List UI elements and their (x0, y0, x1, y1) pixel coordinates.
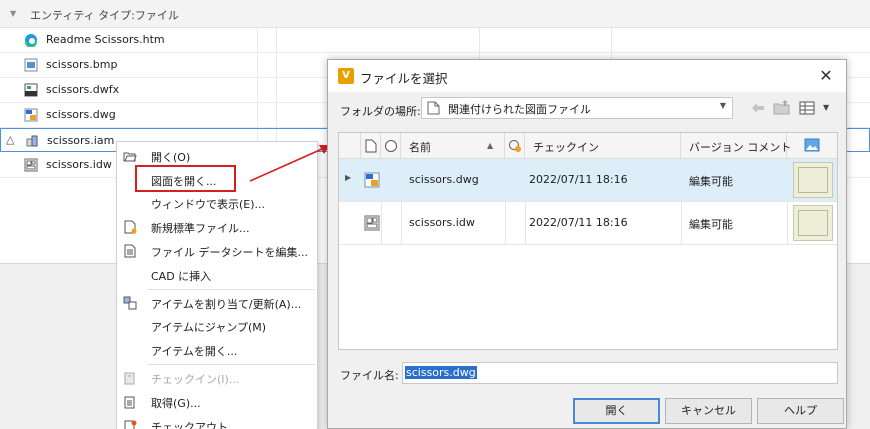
get-icon (124, 396, 135, 409)
folder-location-value: 関連付けられた図面ファイル (448, 103, 591, 116)
file-name: scissors.idw (46, 158, 112, 171)
menu-item-label: ファイル データシートを編集... (151, 246, 308, 259)
menu-item-jump-to-item[interactable]: アイテムにジャンプ(M) (117, 314, 317, 338)
collapse-triangle-icon[interactable]: ▼ (10, 9, 16, 18)
header-checkin[interactable]: チェックイン (525, 133, 681, 159)
file-name: scissors.bmp (46, 58, 118, 71)
row-comment: 編集可能 (689, 218, 733, 231)
row-name: scissors.idw (409, 216, 475, 229)
vault-app-icon: V (338, 68, 354, 84)
up-folder-icon[interactable] (772, 99, 792, 117)
file-select-list: 名前 ▲ チェックイン バージョン コメント ▶ scissors.dwg 20… (338, 132, 838, 350)
row-thumbnail (793, 162, 833, 198)
edge-icon (25, 34, 37, 47)
assembly-file-icon (26, 135, 38, 147)
row-checkin: 2022/07/11 18:16 (529, 216, 628, 229)
menu-item-label: ウィンドウで表示(E)... (151, 198, 266, 211)
file-name: Readme Scissors.htm (46, 33, 165, 46)
image-file-icon (24, 58, 38, 72)
view-options-icon[interactable] (798, 99, 818, 117)
menu-item-label: CAD に挿入 (151, 270, 212, 283)
filename-label: ファイル名: (340, 369, 399, 382)
checkin-icon (124, 372, 135, 385)
filename-input[interactable]: scissors.dwg (402, 362, 838, 384)
menu-item-label: 新規標準ファイル... (151, 222, 250, 235)
menu-item-label: 取得(G)... (151, 397, 201, 410)
column-name-label: 名前 (409, 141, 431, 154)
row-thumbnail (793, 205, 833, 241)
warning-triangle-icon: △ (6, 133, 15, 146)
datasheet-icon (124, 244, 136, 258)
menu-item-label: アイテムを開く... (151, 345, 238, 358)
header-name[interactable]: 名前 ▲ (401, 133, 505, 159)
menu-item-new-standard-file[interactable]: 新規標準ファイル... (117, 215, 317, 239)
folder-location-dropdown[interactable]: 関連付けられた図面ファイル ▼ (421, 97, 733, 119)
filename-value: scissors.dwg (405, 366, 477, 379)
header-spacer (339, 133, 361, 159)
checkout-icon (124, 420, 137, 429)
document-folder-icon (427, 101, 440, 115)
list-header: 名前 ▲ チェックイン バージョン コメント (339, 133, 837, 159)
help-button[interactable]: ヘルプ (757, 398, 844, 424)
row-name: scissors.dwg (409, 173, 479, 186)
list-row-dwg[interactable]: ▶ scissors.dwg 2022/07/11 18:16 編集可能 (339, 159, 837, 202)
dialog-titlebar[interactable]: V ファイルを選択 ✕ (328, 60, 846, 92)
checkout-status-icon (509, 140, 521, 152)
menu-item-label: チェックイン(I)... (151, 373, 240, 386)
dialog-title: ファイルを選択 (360, 71, 448, 86)
dwg-file-icon (24, 108, 38, 122)
list-row-idw[interactable]: scissors.idw 2022/07/11 18:16 編集可能 (339, 202, 837, 245)
menu-item-insert-cad[interactable]: CAD に挿入 (117, 263, 317, 287)
back-arrow-icon[interactable] (748, 99, 768, 117)
file-row-readme[interactable]: Readme Scissors.htm (0, 28, 870, 53)
header-version-comment[interactable]: バージョン コメント (681, 133, 791, 159)
assign-item-icon (123, 296, 137, 310)
menu-item-edit-datasheet[interactable]: ファイル データシートを編集... (117, 239, 317, 263)
select-file-dialog: V ファイルを選択 ✕ フォルダの場所: 関連付けられた図面ファイル ▼ ▼ 名… (327, 59, 847, 429)
menu-item-checkin: チェックイン(I)... (117, 366, 317, 390)
dwg-file-icon (364, 172, 380, 188)
menu-item-label: 開く(O) (151, 151, 191, 164)
menu-item-get[interactable]: 取得(G)... (117, 390, 317, 414)
row-checkin: 2022/07/11 18:16 (529, 173, 628, 186)
file-name: scissors.dwfx (46, 83, 120, 96)
row-comment: 編集可能 (689, 175, 733, 188)
chevron-down-icon: ▼ (719, 101, 726, 110)
header-file-type[interactable] (361, 133, 381, 159)
menu-divider (147, 289, 315, 290)
folder-open-icon (123, 152, 137, 162)
menu-item-checkout[interactable]: チェックアウト (117, 414, 317, 429)
header-thumbnail[interactable] (787, 133, 837, 159)
menu-item-assign-item[interactable]: アイテムを割り当て/更新(A)... (117, 291, 317, 315)
drawing-file-icon (364, 215, 380, 231)
new-file-icon (124, 220, 137, 234)
close-icon[interactable]: ✕ (812, 64, 840, 88)
menu-item-label: アイテムを割り当て/更新(A)... (151, 298, 302, 311)
row-pointer-icon: ▶ (345, 173, 352, 182)
column-checkin-label: チェックイン (533, 141, 599, 154)
header-status[interactable] (381, 133, 401, 159)
open-button[interactable]: 開く (573, 398, 660, 424)
header-lock[interactable] (505, 133, 525, 159)
sort-ascending-icon: ▲ (487, 141, 494, 150)
dwf-file-icon (24, 83, 38, 97)
menu-item-label: チェックアウト (151, 421, 228, 429)
file-name: scissors.dwg (46, 108, 116, 121)
group-header-label: エンティティ タイプ:ファイル (30, 9, 179, 22)
file-type-icon (365, 139, 377, 153)
status-circle-icon (385, 140, 397, 152)
file-name: scissors.iam (47, 134, 115, 147)
group-header[interactable]: ▼ エンティティ タイプ:ファイル (0, 0, 870, 28)
folder-location-label: フォルダの場所: (340, 105, 421, 118)
column-comment-label: バージョン コメント (689, 141, 792, 154)
menu-item-label: アイテムにジャンプ(M) (151, 321, 267, 334)
view-options-chevron-icon[interactable]: ▼ (823, 103, 829, 112)
highlight-box (135, 165, 236, 192)
menu-divider (147, 364, 315, 365)
menu-item-show-in-window[interactable]: ウィンドウで表示(E)... (117, 191, 317, 215)
menu-item-open-item[interactable]: アイテムを開く... (117, 338, 317, 362)
drawing-file-icon (24, 158, 38, 172)
thumbnail-image-icon (804, 138, 820, 152)
cancel-button[interactable]: キャンセル (665, 398, 752, 424)
